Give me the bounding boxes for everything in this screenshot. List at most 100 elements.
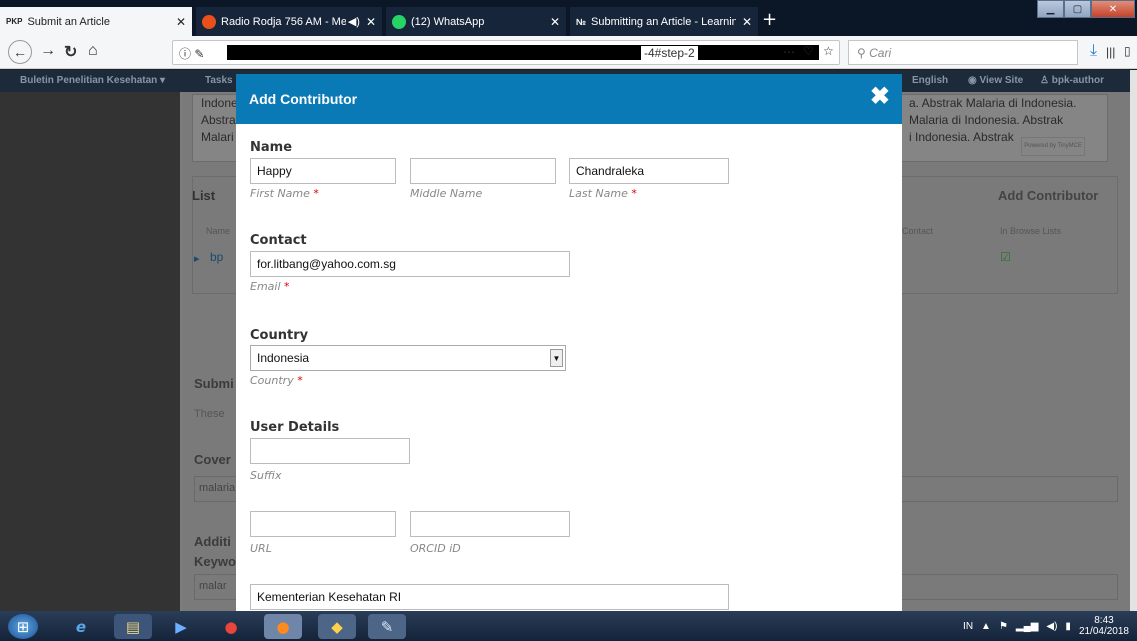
address-bar[interactable]: ⓘ ✎ -4#step-2 ⋯ ♡ ☆: [172, 40, 840, 65]
flag-icon[interactable]: ⚑: [999, 621, 1008, 632]
windows-taskbar: ⊞ e ▤ ▶ ● ● ◆ ✎ IN ▲ ⚑ ▂▄▆ ◀) ▮ 8:43 21/…: [0, 611, 1137, 641]
country-section-heading: Country: [250, 328, 309, 343]
tab-label: Submit an Article: [27, 15, 110, 28]
minimize-button[interactable]: ▁: [1037, 0, 1064, 18]
speaker-icon[interactable]: ◀): [348, 15, 360, 28]
site-info-icon[interactable]: ⓘ ✎: [179, 45, 204, 62]
tasks-link[interactable]: Tasks: [205, 75, 233, 86]
tab-whatsapp[interactable]: (12) WhatsApp ✕: [386, 7, 566, 36]
keyword-value: malar: [199, 580, 227, 592]
tab-radio-rodja[interactable]: Radio Rodja 756 AM - Mene ◀) ✕: [196, 7, 382, 36]
browser-tab-strip: PKP Submit an Article ✕ Radio Rodja 756 …: [0, 0, 1137, 36]
column-name: Name: [206, 226, 231, 236]
window-close-button[interactable]: ✕: [1091, 0, 1135, 18]
column-browse: In Browse Lists: [1000, 226, 1062, 236]
email-label-text: Email: [250, 280, 281, 293]
library-icon[interactable]: |||: [1106, 45, 1115, 59]
first-name-label: First Name *: [250, 187, 319, 200]
show-hidden-icons-icon[interactable]: ▲: [981, 621, 991, 632]
close-icon[interactable]: ✖: [870, 85, 890, 109]
opera-icon[interactable]: ●: [212, 614, 250, 639]
network-signal-icon[interactable]: ▂▄▆: [1016, 621, 1038, 632]
submission-help: These: [194, 408, 225, 420]
keywords-heading: Keywo: [194, 554, 236, 569]
journal-menu[interactable]: Buletin Penelitian Kesehatan ▾: [20, 75, 165, 86]
home-button[interactable]: ⌂: [88, 42, 98, 60]
first-name-value: Happy: [257, 164, 292, 178]
tab-submitting-article[interactable]: № Submitting an Article - Learnin ✕: [570, 7, 758, 36]
country-label-text: Country: [250, 374, 294, 387]
first-name-field[interactable]: Happy: [250, 158, 396, 184]
url-tail: -4#step-2: [641, 46, 698, 60]
additional-heading: Additi: [194, 534, 231, 549]
window-controls: ▁ ▢ ✕: [1037, 0, 1135, 18]
maximize-button[interactable]: ▢: [1064, 0, 1091, 18]
left-dark-panel: [0, 92, 180, 611]
pocket-icon[interactable]: ♡: [803, 44, 814, 58]
reload-button[interactable]: ↻: [64, 42, 77, 62]
country-select[interactable]: Indonesia ▼: [250, 345, 566, 371]
suffix-field[interactable]: [250, 438, 410, 464]
close-icon[interactable]: ✕: [366, 15, 376, 29]
required-asterisk: *: [631, 187, 637, 200]
email-field[interactable]: for.litbang@yahoo.com.sg: [250, 251, 570, 277]
affiliation-field[interactable]: Kementerian Kesehatan RI: [250, 584, 729, 610]
user-menu[interactable]: ♙ bpk-author: [1040, 75, 1104, 86]
last-name-field[interactable]: Chandraleka: [569, 158, 729, 184]
add-contributor-link[interactable]: Add Contributor: [998, 188, 1098, 203]
orcid-field[interactable]: [410, 511, 570, 537]
search-input[interactable]: ⚲ Cari: [848, 40, 1078, 65]
tab-submit-article[interactable]: PKP Submit an Article ✕: [0, 7, 192, 36]
coverage-value: malaria: [199, 482, 236, 494]
paint-icon[interactable]: ✎: [368, 614, 406, 639]
row-name[interactable]: bp: [210, 250, 223, 264]
email-label: Email *: [250, 280, 290, 293]
row-expand-icon[interactable]: ▸: [194, 252, 200, 265]
learning-favicon-icon: №: [576, 16, 587, 27]
clock[interactable]: 8:43 21/04/2018: [1079, 615, 1129, 637]
last-name-value: Chandraleka: [576, 164, 645, 178]
tab-label: Submitting an Article - Learnin: [591, 15, 736, 28]
internet-explorer-icon[interactable]: e: [62, 614, 100, 639]
chevron-down-icon[interactable]: ▼: [550, 349, 563, 367]
media-player-icon[interactable]: ▶: [162, 614, 200, 639]
start-button-icon[interactable]: ⊞: [8, 614, 38, 639]
forward-button[interactable]: →: [40, 42, 56, 60]
volume-icon[interactable]: ◀): [1046, 621, 1057, 632]
modal-title: Add Contributor: [249, 91, 358, 107]
power-icon[interactable]: ▮: [1065, 621, 1071, 632]
url-label: URL: [250, 542, 272, 555]
url-field[interactable]: [250, 511, 396, 537]
suffix-label: Suffix: [250, 469, 282, 482]
downloads-icon[interactable]: ⤓: [1090, 42, 1097, 60]
close-icon[interactable]: ✕: [176, 15, 186, 29]
pkp-favicon: PKP: [6, 17, 23, 26]
close-icon[interactable]: ✕: [550, 15, 560, 29]
folder-app-icon[interactable]: ◆: [318, 614, 356, 639]
bookmark-star-icon[interactable]: ☆: [823, 44, 834, 58]
clock-time: 8:43: [1094, 615, 1114, 626]
user-details-section-heading: User Details: [250, 420, 340, 435]
tab-label: Radio Rodja 756 AM - Mene: [221, 15, 346, 28]
affiliation-value: Kementerian Kesehatan RI: [257, 590, 402, 604]
redacted-url: [227, 45, 819, 60]
middle-name-field[interactable]: [410, 158, 556, 184]
file-explorer-icon[interactable]: ▤: [114, 614, 152, 639]
add-contributor-modal: Add Contributor ✖ Name Happy First Name …: [236, 74, 902, 611]
back-button[interactable]: ←: [8, 40, 32, 64]
new-tab-button[interactable]: +: [762, 9, 777, 30]
firefox-icon[interactable]: ●: [264, 614, 302, 639]
page-scrollbar[interactable]: [1130, 70, 1137, 611]
required-asterisk: *: [313, 187, 319, 200]
page-actions-icon[interactable]: ⋯: [783, 45, 795, 59]
search-icon: ⚲: [857, 46, 870, 60]
close-icon[interactable]: ✕: [742, 15, 752, 29]
orcid-label: ORCID iD: [410, 542, 461, 555]
language-link[interactable]: English: [912, 75, 948, 86]
modal-header: Add Contributor ✖: [236, 74, 902, 124]
sidebar-icon[interactable]: ▯: [1124, 44, 1131, 58]
coverage-heading: Cover: [194, 452, 231, 467]
input-language[interactable]: IN: [963, 621, 973, 632]
view-site-link[interactable]: ◉ View Site: [968, 75, 1023, 86]
last-name-label: Last Name *: [569, 187, 637, 200]
